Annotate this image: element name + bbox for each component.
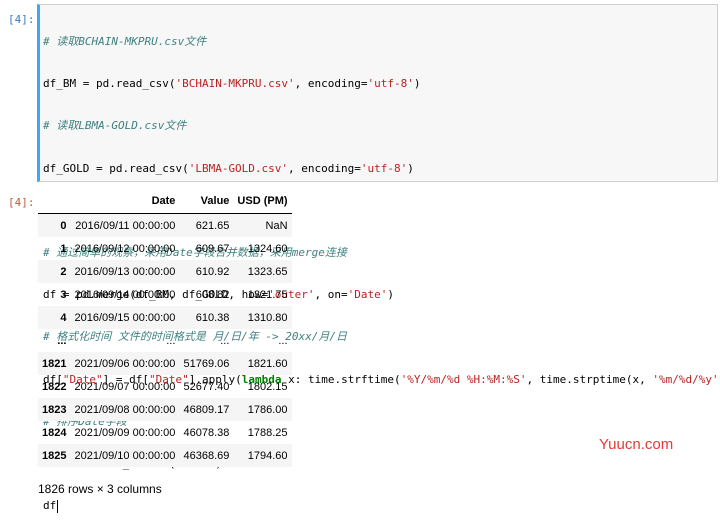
cell-date: 2021/09/08 00:00:00 <box>74 403 176 416</box>
row-index: 1823 <box>42 403 67 416</box>
cell-date: 2016/09/14 00:00:00 <box>74 288 176 301</box>
output-prompt: [4]: <box>8 196 35 209</box>
cell-usd: 1324.60 <box>247 242 288 255</box>
text-cursor <box>57 499 59 513</box>
row-index: 2 <box>60 265 67 278</box>
dataframe-table: Date Value USD (PM) 0 2016/09/11 00:00:00… <box>38 189 292 467</box>
cell-date: 2016/09/13 00:00:00 <box>74 265 176 278</box>
table-row: 1822 2021/09/07 00:00:00 52677.40 1802.15 <box>38 375 292 398</box>
cell-usd: 1821.60 <box>247 357 288 370</box>
cell-usd: NaN <box>265 219 288 232</box>
cell-usd: 1786.00 <box>247 403 288 416</box>
table-row: 1821 2021/09/06 00:00:00 51769.06 1821.60 <box>38 352 292 375</box>
cell-value: 46368.69 <box>183 449 230 462</box>
cell-value: 46078.38 <box>183 426 230 439</box>
cell-usd: 1802.15 <box>247 380 288 393</box>
code-line-1: # 读取BCHAIN-MKPRU.csv文件 <box>43 35 207 48</box>
table-header-row: Date Value USD (PM) <box>38 189 292 214</box>
cell-date: 2016/09/15 00:00:00 <box>74 311 176 324</box>
cell-usd: 1321.75 <box>247 288 288 301</box>
table-row-ellipsis: ............ <box>38 329 292 352</box>
cell-value: 51769.06 <box>183 357 230 370</box>
row-index: 1822 <box>42 380 67 393</box>
cell-date: 2021/09/10 00:00:00 <box>74 449 176 462</box>
row-index: 1 <box>60 242 67 255</box>
row-index: ... <box>57 334 67 347</box>
input-prompt: [4]: <box>8 13 35 26</box>
column-header-value: Value <box>179 189 234 214</box>
cell-usd: 1788.25 <box>247 426 288 439</box>
cell-value: 610.92 <box>195 265 230 278</box>
table-row: 0 2016/09/11 00:00:00 621.65 NaN <box>38 213 292 237</box>
column-header-index <box>38 189 71 214</box>
row-index: 4 <box>60 311 67 324</box>
cell-value: 610.38 <box>195 311 230 324</box>
code-line-12: df <box>43 499 59 513</box>
table-row: 1823 2021/09/08 00:00:00 46809.17 1786.00 <box>38 398 292 421</box>
dataframe-shape-text: 1826 rows × 3 columns <box>38 482 162 496</box>
cell-value: 52677.40 <box>183 380 230 393</box>
row-index: 1825 <box>42 449 67 462</box>
row-index: 1821 <box>42 357 67 370</box>
cell-value: 609.67 <box>195 242 230 255</box>
cell-value: 621.65 <box>195 219 230 232</box>
table-row: 2 2016/09/13 00:00:00 610.92 1323.65 <box>38 260 292 283</box>
row-index: 0 <box>60 219 67 232</box>
cell-date: 2021/09/09 00:00:00 <box>74 426 176 439</box>
cell-date: 2016/09/11 00:00:00 <box>75 219 176 232</box>
row-index: 1824 <box>42 426 67 439</box>
cell-value: 608.82 <box>195 288 230 301</box>
column-header-usd-pm: USD (PM) <box>233 189 292 214</box>
watermark: Yuucn.com <box>599 436 674 453</box>
cell-value: 46809.17 <box>183 403 230 416</box>
cell-usd: 1310.80 <box>247 311 288 324</box>
cell-usd: ... <box>278 334 288 347</box>
table-row: 1 2016/09/12 00:00:00 609.67 1324.60 <box>38 237 292 260</box>
code-line-4: df_GOLD = pd.read_csv('LBMA-GOLD.csv', e… <box>43 161 414 175</box>
code-line-2: df_BM = pd.read_csv('BCHAIN-MKPRU.csv', … <box>43 77 421 91</box>
table-row: 1824 2021/09/09 00:00:00 46078.38 1788.25 <box>38 421 292 444</box>
table-row: 3 2016/09/14 00:00:00 608.82 1321.75 <box>38 283 292 306</box>
cell-date: 2021/09/06 00:00:00 <box>74 357 176 370</box>
table-row: 1825 2021/09/10 00:00:00 46368.69 1794.60 <box>38 444 292 467</box>
cell-date: 2016/09/12 00:00:00 <box>74 242 176 255</box>
column-header-date: Date <box>70 189 180 214</box>
code-editor[interactable]: # 读取BCHAIN-MKPRU.csv文件 df_BM = pd.read_c… <box>37 4 720 513</box>
cell-date: 2021/09/07 00:00:00 <box>74 380 176 393</box>
table-row: 4 2016/09/15 00:00:00 610.38 1310.80 <box>38 306 292 329</box>
cell-usd: 1323.65 <box>247 265 288 278</box>
code-line-3: # 读取LBMA-GOLD.csv文件 <box>43 119 187 133</box>
cell-usd: 1794.60 <box>247 449 288 462</box>
row-index: 3 <box>60 288 67 301</box>
cell-date: ... <box>166 334 176 347</box>
cell-value: ... <box>220 334 230 347</box>
